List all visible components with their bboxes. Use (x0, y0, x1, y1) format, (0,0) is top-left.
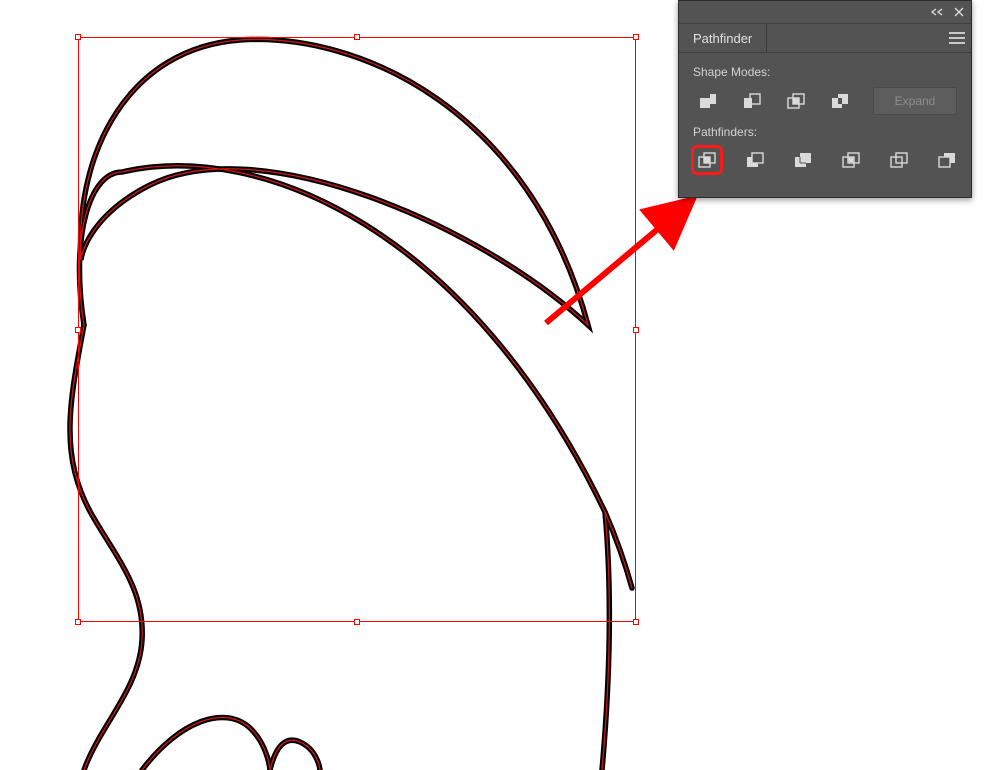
divide-button[interactable] (693, 147, 721, 173)
minus-front-button[interactable] (737, 88, 767, 114)
trim-icon (745, 151, 765, 169)
shape-modes-row: Expand (693, 87, 961, 115)
pathfinder-panel: Pathfinder Shape Modes: (678, 0, 972, 198)
pathfinders-label: Pathfinders: (693, 125, 961, 139)
outline-button[interactable] (885, 147, 913, 173)
tab-pathfinder-label: Pathfinder (693, 31, 752, 46)
trim-button[interactable] (741, 147, 769, 173)
unite-icon (698, 92, 718, 110)
unite-button[interactable] (693, 88, 723, 114)
intersect-icon (786, 92, 806, 110)
exclude-button[interactable] (825, 88, 855, 114)
merge-button[interactable] (789, 147, 817, 173)
close-icon[interactable] (953, 6, 965, 18)
panel-body: Shape Modes: (679, 53, 971, 197)
expand-button[interactable]: Expand (873, 87, 957, 115)
minus-front-icon (742, 92, 762, 110)
divide-icon (697, 151, 717, 169)
crop-button[interactable] (837, 147, 865, 173)
intersect-button[interactable] (781, 88, 811, 114)
minus-back-icon (937, 151, 957, 169)
exclude-icon (830, 92, 850, 110)
shape-modes-label: Shape Modes: (693, 65, 961, 79)
tab-pathfinder[interactable]: Pathfinder (679, 24, 767, 52)
panel-menu-button[interactable] (943, 24, 971, 52)
expand-button-label: Expand (895, 94, 936, 108)
panel-header-bar (679, 1, 971, 24)
pathfinders-row (693, 147, 961, 173)
merge-icon (793, 151, 813, 169)
outline-icon (889, 151, 909, 169)
minus-back-button[interactable] (933, 147, 961, 173)
collapse-icon[interactable] (931, 7, 943, 17)
hamburger-icon (949, 37, 965, 39)
crop-icon (841, 151, 861, 169)
panel-tab-bar: Pathfinder (679, 24, 971, 53)
